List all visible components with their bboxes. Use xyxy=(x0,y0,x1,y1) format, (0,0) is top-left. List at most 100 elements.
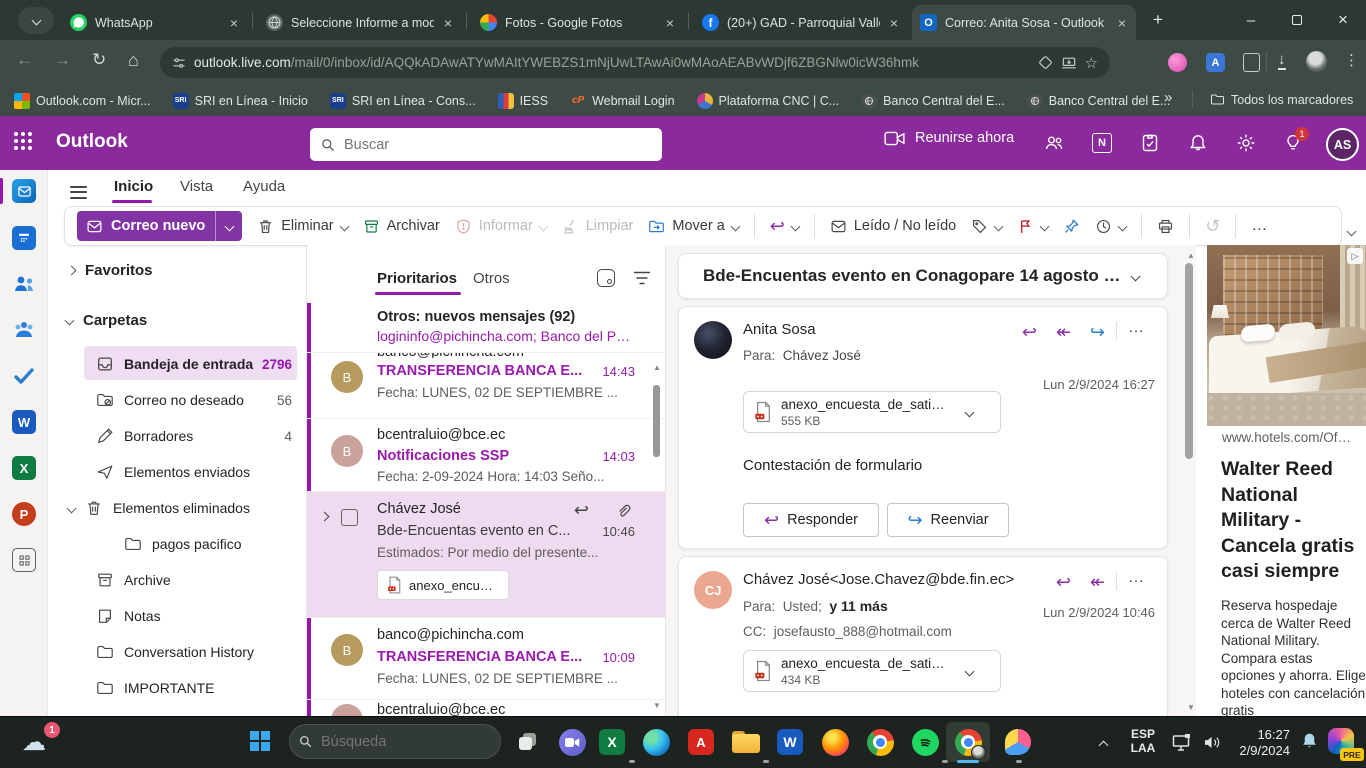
window-maximize-button[interactable] xyxy=(1274,0,1320,40)
sidebar-item-junk[interactable]: Correo no deseado 56 xyxy=(48,382,306,418)
list-tab-prioritarios[interactable]: Prioritarios xyxy=(377,270,457,287)
clipboard-extension-icon[interactable] xyxy=(1243,53,1260,72)
folders-section[interactable]: Carpetas xyxy=(66,312,147,329)
favorites-section[interactable]: Favoritos xyxy=(68,262,153,279)
rail-word-icon[interactable]: W xyxy=(12,410,36,434)
bookmark-cnc[interactable]: Plataforma CNC | C... xyxy=(697,93,840,109)
weather-widget-icon[interactable]: ☁ xyxy=(22,728,46,757)
account-avatar[interactable]: AS xyxy=(1326,128,1359,161)
install-icon[interactable] xyxy=(1061,55,1077,71)
close-tab-icon[interactable]: × xyxy=(1116,15,1128,31)
bookmark-webmail[interactable]: cP Webmail Login xyxy=(570,93,674,109)
taskbar-search-input[interactable] xyxy=(321,734,508,750)
select-messages-icon[interactable] xyxy=(597,269,615,287)
reply-button[interactable]: ↩ xyxy=(770,217,799,235)
forward-icon[interactable]: ↪ xyxy=(1090,323,1105,341)
scroll-down-icon[interactable]: ▼ xyxy=(653,701,661,710)
search-input[interactable] xyxy=(344,137,652,153)
browser-menu-kebab-icon[interactable]: ⋮ xyxy=(1344,51,1359,69)
ad-headline[interactable]: Walter Reed National Military - Cancela … xyxy=(1221,457,1363,585)
reply-all-icon[interactable]: ↞ xyxy=(1090,573,1105,591)
sidebar-item-archive[interactable]: Archive xyxy=(48,562,306,598)
close-tab-icon[interactable]: × xyxy=(664,15,676,31)
bookmark-bce-1[interactable]: Banco Central del E... xyxy=(861,93,1005,109)
reload-icon[interactable]: ↻ xyxy=(92,50,106,70)
window-minimize-button[interactable]: – xyxy=(1228,0,1274,40)
rail-people-icon[interactable] xyxy=(12,272,36,296)
privacy-icon[interactable] xyxy=(1038,55,1053,70)
sidebar-item-deleted[interactable]: Elementos eliminados xyxy=(48,490,306,526)
tab-informe[interactable]: Seleccione Informe a modific × xyxy=(258,5,462,40)
taskbar-search-box[interactable] xyxy=(289,724,501,759)
expand-conversation-icon[interactable] xyxy=(320,512,330,522)
sidebar-item-inbox[interactable]: Bandeja de entrada 2796 xyxy=(48,346,306,382)
message-row-selected[interactable]: Chávez José ↩ Bde-Encuentas evento en C.… xyxy=(307,492,665,618)
site-settings-icon[interactable] xyxy=(172,56,186,70)
clock[interactable]: 16:27 2/9/2024 xyxy=(1232,727,1290,759)
task-view-button[interactable] xyxy=(508,722,548,762)
categorize-button[interactable] xyxy=(971,218,1002,235)
taskbar-chrome-active-icon[interactable] xyxy=(946,722,990,762)
ad-image[interactable]: ▷ xyxy=(1207,245,1366,426)
tab-whatsapp[interactable]: WhatsApp × xyxy=(62,5,248,40)
forward-icon[interactable]: → xyxy=(54,50,71,70)
close-tab-icon[interactable]: × xyxy=(888,15,900,31)
report-button[interactable]: Informar xyxy=(455,218,547,235)
scroll-up-icon[interactable]: ▲ xyxy=(1187,251,1195,260)
move-to-button[interactable]: Mover a xyxy=(648,218,738,235)
bookmark-sri-consultas[interactable]: SRI SRI en Línea - Cons... xyxy=(330,93,476,109)
taskbar-spotify-icon[interactable] xyxy=(905,722,945,762)
taskbar-word-icon[interactable]: W xyxy=(770,722,810,762)
profile-avatar[interactable] xyxy=(1306,51,1327,72)
flag-button[interactable] xyxy=(1017,218,1048,235)
onenote-icon[interactable]: N xyxy=(1092,133,1112,153)
archive-button[interactable]: Archivar xyxy=(363,218,440,235)
more-actions-icon[interactable]: … xyxy=(1128,319,1145,337)
message-row[interactable]: B banco@pichincha.com TRANSFERENCIA BANC… xyxy=(307,618,665,700)
settings-gear-icon[interactable] xyxy=(1236,133,1256,153)
message-card-collapsed[interactable]: CJ Chávez José<Jose.Chavez@bde.fin.ec> ↩… xyxy=(678,556,1168,722)
ad-choices-icon[interactable]: ▷ xyxy=(1347,248,1363,264)
attachment-dropdown-icon[interactable] xyxy=(965,407,975,417)
pin-button[interactable] xyxy=(1063,218,1080,235)
attachment-chip[interactable]: anexo_encuesta_de_satisfacci... 434 KB xyxy=(743,650,1001,692)
todo-icon[interactable] xyxy=(1140,133,1160,153)
undo-button[interactable]: ↺ xyxy=(1205,217,1220,235)
more-actions-icon[interactable]: … xyxy=(1128,569,1145,587)
attachment-chip[interactable]: anexo_encuesta... xyxy=(377,570,509,600)
bookmark-bce-2[interactable]: Banco Central del E... xyxy=(1027,93,1171,109)
delete-button[interactable]: Eliminar xyxy=(257,218,347,235)
print-button[interactable] xyxy=(1157,218,1174,235)
rail-mail-icon[interactable] xyxy=(12,179,36,203)
taskbar-file-explorer-icon[interactable] xyxy=(726,722,766,762)
start-button[interactable] xyxy=(250,731,270,751)
taskbar-chat-icon[interactable] xyxy=(552,722,592,762)
scroll-up-icon[interactable]: ▲ xyxy=(653,363,661,372)
language-indicator[interactable]: ESP LAA xyxy=(1127,727,1159,755)
volume-icon[interactable] xyxy=(1203,735,1222,750)
other-inbox-banner[interactable]: Otros: nuevos mensajes (92) logininfo@pi… xyxy=(307,303,665,353)
translate-extension-icon[interactable]: A xyxy=(1206,53,1225,72)
window-close-button[interactable]: × xyxy=(1320,0,1366,40)
bookmark-sri-inicio[interactable]: SRI SRI en Línea - Inicio xyxy=(173,93,308,109)
taskbar-paint-icon[interactable] xyxy=(998,722,1038,762)
ribbon-tab-ayuda[interactable]: Ayuda xyxy=(243,178,285,195)
pane-scrollbar-thumb[interactable] xyxy=(1185,263,1193,459)
message-row[interactable]: B banco@pichincha.com TRANSFERENCIA BANC… xyxy=(307,353,665,419)
attachment-chip[interactable]: anexo_encuesta_de_satisfacci... 555 KB xyxy=(743,391,1001,433)
sidebar-item-sent[interactable]: Elementos enviados xyxy=(48,454,306,490)
close-tab-icon[interactable]: × xyxy=(228,15,240,31)
ribbon-tab-vista[interactable]: Vista xyxy=(180,178,213,195)
message-checkbox[interactable] xyxy=(341,509,358,526)
nav-toggle-icon[interactable] xyxy=(70,182,87,202)
collapse-conversation-icon[interactable] xyxy=(1131,271,1141,281)
close-tab-icon[interactable]: × xyxy=(442,15,454,31)
address-bar[interactable]: outlook.live.com/mail/0/inbox/id/AQQkADA… xyxy=(160,47,1110,78)
rail-excel-icon[interactable]: X xyxy=(12,456,36,480)
reply-response-button[interactable]: ↩ Responder xyxy=(743,503,879,537)
message-row[interactable]: B bcentraluio@bce.ec xyxy=(307,700,665,716)
sidebar-item-pagos-pacifico[interactable]: pagos pacifico xyxy=(48,526,306,562)
new-mail-dropdown[interactable] xyxy=(216,223,242,230)
bookmark-star-icon[interactable]: ☆ xyxy=(1085,54,1098,72)
extension-icon[interactable] xyxy=(1168,53,1187,72)
